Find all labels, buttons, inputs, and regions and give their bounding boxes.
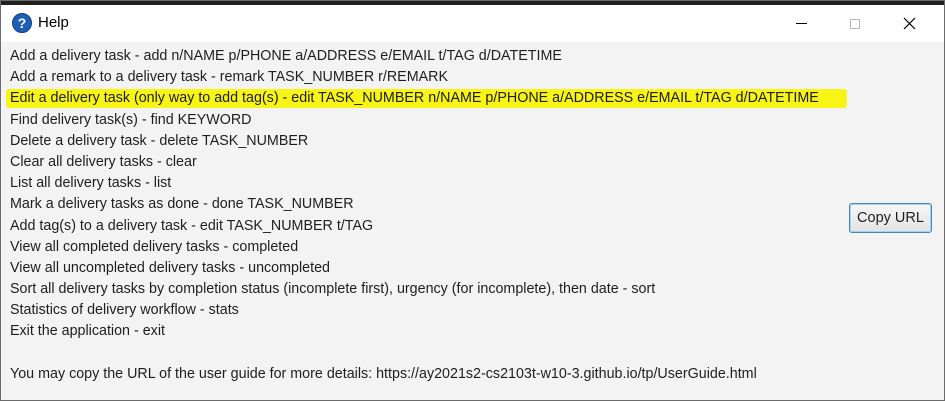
copy-url-button[interactable]: Copy URL [849, 203, 932, 233]
command-line-exit: Exit the application - exit [10, 323, 165, 340]
command-line-clear: Clear all delivery tasks - clear [10, 153, 197, 170]
minimize-button[interactable] [778, 5, 824, 42]
command-line-completed: View all completed delivery tasks - comp… [10, 238, 299, 255]
maximize-button[interactable] [832, 5, 878, 42]
command-line-uncompleted: View all uncompleted delivery tasks - un… [10, 259, 330, 276]
maximize-icon [850, 18, 860, 29]
close-icon [903, 17, 915, 30]
command-line-remark: Add a remark to a delivery task - remark… [10, 69, 449, 86]
command-line-stats: Statistics of delivery workflow - stats [10, 302, 239, 319]
command-line-add: Add a delivery task - add n/NAME p/PHONE… [10, 48, 562, 64]
command-line-delete: Delete a delivery task - delete TASK_NUM… [10, 132, 309, 149]
command-line-find: Find delivery task(s) - find KEYWORD [10, 111, 252, 128]
command-line-tag: Add tag(s) to a delivery task - edit TAS… [10, 217, 374, 234]
help-window: ? Help Add a delivery task - add n/NAME … [0, 0, 945, 401]
title-bar[interactable]: ? Help [1, 5, 944, 42]
window-title: Help [38, 14, 69, 31]
command-line-sort: Sort all delivery tasks by completion st… [10, 281, 656, 298]
command-line-edit: Edit a delivery task (only way to add ta… [6, 88, 944, 109]
user-guide-url-text: You may copy the URL of the user guide f… [10, 365, 757, 382]
command-line-done: Mark a delivery tasks as done - done TAS… [10, 196, 354, 213]
help-content: Add a delivery task - add n/NAME p/PHONE… [6, 46, 944, 385]
close-button[interactable] [886, 5, 932, 42]
command-line-list: List all delivery tasks - list [10, 175, 172, 192]
minimize-icon [795, 23, 807, 24]
question-icon: ? [12, 13, 32, 33]
